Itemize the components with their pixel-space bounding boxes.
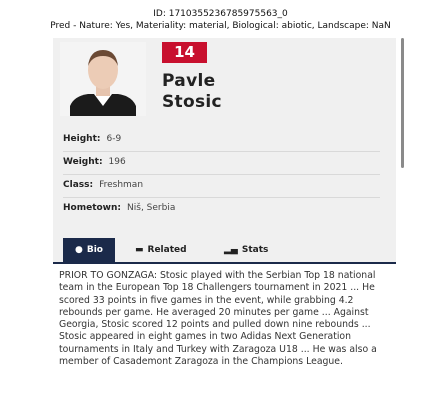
scrollbar[interactable] [401,38,404,168]
info-value: 196 [108,157,126,167]
info-row-hometown: Hometown: Niš, Serbia [63,196,380,220]
chat-bubble-icon: ● [75,245,83,255]
info-row-weight: Weight: 196 [63,150,380,175]
player-first-name: Pavle [162,71,216,91]
info-row-height: Height: 6-9 [63,127,380,152]
newspaper-icon: ▬ [135,245,144,255]
prediction-caption: Pred - Nature: Yes, Materiality: materia… [50,21,391,31]
info-label: Weight: [63,157,103,167]
bar-chart-icon: ▂▄ [224,245,238,255]
player-last-name: Stosic [162,92,222,112]
player-headshot [60,42,146,116]
tab-related[interactable]: ▬ Related [135,238,187,262]
jersey-number-badge: 14 [162,42,207,63]
bio-text: PRIOR TO GONZAGA: Stosic played with the… [59,270,377,368]
tab-bar: ● Bio ▬ Related ▂▄ Stats [53,238,396,264]
info-row-class: Class: Freshman [63,173,380,198]
info-value: Freshman [99,180,144,190]
info-label: Hometown: [63,203,122,213]
info-label: Height: [63,134,101,144]
tab-label: Stats [241,245,269,255]
tab-bio[interactable]: ● Bio [63,238,115,262]
tab-label: Bio [86,245,103,255]
info-value: 6-9 [106,134,122,144]
info-value: Niš, Serbia [127,203,176,213]
tab-label: Related [147,245,187,255]
info-label: Class: [63,180,94,190]
image-id-caption: ID: 1710355236785975563_0 [153,9,288,19]
tab-stats[interactable]: ▂▄ Stats [224,238,268,262]
